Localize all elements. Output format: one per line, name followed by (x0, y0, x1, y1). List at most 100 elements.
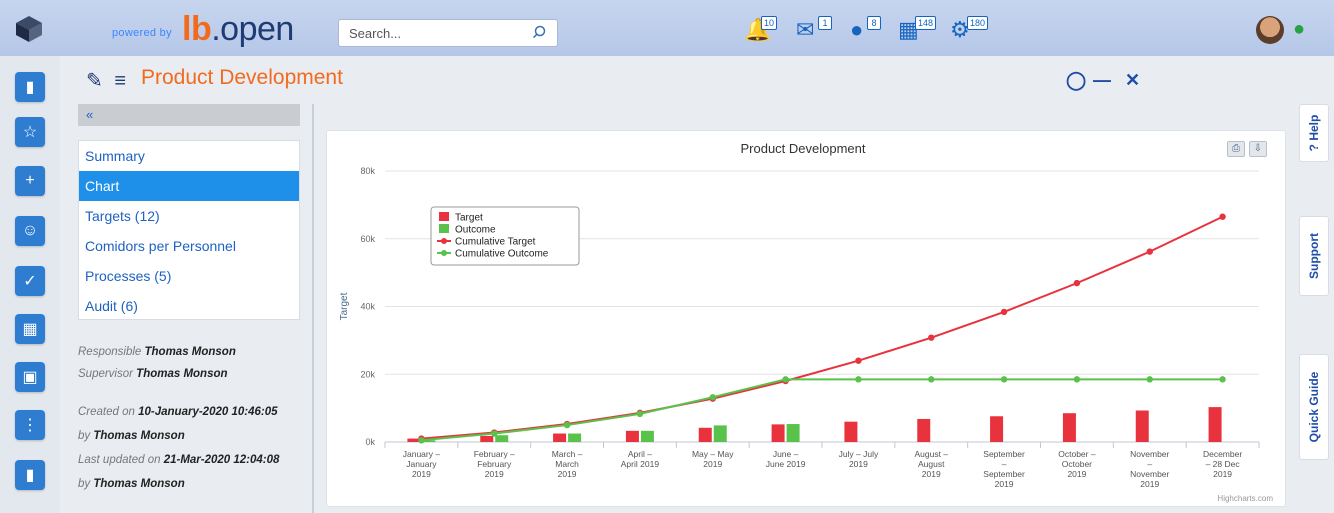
point-cumulative-target (1146, 248, 1153, 255)
y-tick-label: 0k (365, 437, 375, 447)
quick-guide-label: Quick Guide (1307, 371, 1321, 443)
powered-by-label: powered by (112, 27, 172, 39)
responsible-line: Responsible Thomas Monson (78, 346, 236, 358)
point-cumulative-outcome (563, 421, 571, 429)
supervisor-name: Thomas Monson (136, 368, 228, 380)
notification-calendar[interactable]: ▦ 148 (898, 16, 937, 44)
x-tick-label: 2019 (995, 479, 1014, 489)
point-cumulative-outcome (782, 376, 789, 383)
chart-title: Product Development (740, 141, 865, 156)
bar-target (1062, 413, 1076, 442)
notification-count: 8 (867, 16, 881, 30)
bar-target (771, 424, 785, 442)
close-icon[interactable]: ✕ (1125, 70, 1140, 91)
x-tick-label: – (1147, 459, 1152, 469)
x-tick-label: March (555, 459, 579, 469)
notification-count: 148 (915, 16, 937, 30)
x-tick-label: March – (552, 449, 583, 459)
menu-item-audit[interactable]: Audit (6) (79, 291, 299, 321)
x-tick-label: April – (628, 449, 652, 459)
x-tick-label: August (918, 459, 945, 469)
x-tick-label: 2019 (412, 469, 431, 479)
point-cumulative-outcome (709, 394, 716, 401)
point-cumulative-outcome (855, 376, 862, 383)
x-tick-label: July – July (839, 449, 879, 459)
bar-outcome (568, 433, 582, 442)
report-icon[interactable]: ▮ (15, 460, 45, 490)
notification-count: 180 (967, 16, 989, 30)
edit-icon[interactable]: ✎ (86, 70, 103, 92)
point-cumulative-target (928, 334, 935, 341)
folder-icon[interactable]: ▮ (15, 72, 45, 102)
download-icon[interactable]: ⇩ (1249, 141, 1267, 157)
check-icon[interactable]: ✓ (15, 266, 45, 296)
menu-item-targets[interactable]: Targets (12) (79, 201, 299, 231)
x-tick-label: October (1062, 459, 1092, 469)
x-tick-label: 2019 (1067, 469, 1086, 479)
menu-item-summary[interactable]: Summary (79, 141, 299, 171)
updated-line: Last updated on 21-Mar-2020 12:04:08 (78, 454, 279, 466)
legend-entry: Outcome (455, 225, 496, 236)
point-cumulative-target (1073, 279, 1081, 287)
panel-divider[interactable] (312, 104, 314, 513)
x-tick-label: – (1002, 459, 1007, 469)
x-tick-label: June 2019 (766, 459, 806, 469)
y-tick-label: 80k (360, 166, 375, 176)
grid-icon[interactable]: ▦ (15, 314, 45, 344)
x-tick-label: January (406, 459, 437, 469)
notification-mail[interactable]: ✉ 1 (796, 16, 832, 44)
bar-target (990, 416, 1004, 442)
bar-outcome (640, 430, 654, 442)
x-tick-label: February – (474, 449, 515, 459)
help-label: ? Help (1307, 114, 1321, 152)
help-tab[interactable]: ? Help (1299, 104, 1329, 162)
point-cumulative-target (1219, 213, 1226, 220)
plus-icon[interactable]: + (15, 166, 45, 196)
print-icon[interactable]: ⎙ (1227, 141, 1245, 157)
legend-entry: Cumulative Target (455, 237, 536, 248)
point-cumulative-outcome (636, 410, 644, 418)
notification-tasks[interactable]: ⚙ 180 (950, 16, 989, 44)
avatar[interactable] (1256, 16, 1284, 44)
menu-icon[interactable]: ≡ (114, 70, 126, 92)
minimize-icon[interactable]: — (1093, 70, 1111, 91)
x-tick-label: August – (914, 449, 948, 459)
chart-card: ⎙ ⇩ Product Development 0k 20k 40k 60k 80k Tar… (326, 130, 1286, 507)
apps-icon[interactable]: ▣ (15, 362, 45, 392)
menu-item-processes[interactable]: Processes (5) (79, 261, 299, 291)
point-cumulative-outcome (1219, 376, 1226, 383)
search-input[interactable]: Search... (338, 19, 558, 47)
by-label: by (78, 478, 91, 490)
unlock-icon[interactable]: ◯ (1066, 70, 1086, 91)
y-tick-label: 40k (360, 302, 375, 312)
bar-outcome (786, 424, 800, 442)
support-tab[interactable]: Support (1299, 216, 1329, 296)
chat-icon[interactable]: ● (1293, 18, 1305, 41)
quick-guide-tab[interactable]: Quick Guide (1299, 354, 1329, 460)
x-tick-label: 2019 (558, 469, 577, 479)
point-cumulative-outcome (491, 430, 498, 437)
notification-bell[interactable]: 🔔 10 (744, 16, 778, 44)
menu-item-chart[interactable]: Chart (79, 171, 299, 201)
group-icon[interactable]: ☺ (15, 216, 45, 246)
x-tick-label: May – May (692, 449, 734, 459)
notification-chat[interactable]: ● 8 (850, 16, 881, 44)
collapse-button[interactable]: « (78, 104, 300, 126)
chat-bubble-icon: ● (850, 17, 864, 42)
updated-label: Last updated on (78, 454, 161, 466)
star-icon[interactable]: ☆ (15, 117, 45, 147)
search-icon[interactable] (532, 25, 546, 39)
bar-target (917, 418, 931, 442)
app-logo-icon[interactable] (14, 14, 44, 44)
legend-swatch (439, 212, 449, 221)
x-tick-label: 2019 (849, 459, 868, 469)
supervisor-label: Supervisor (78, 368, 133, 380)
y-tick-label: 60k (360, 234, 375, 244)
dots-grid-icon[interactable]: ⋮ (15, 410, 45, 440)
menu-item-comidors[interactable]: Comidors per Personnel (79, 231, 299, 261)
created-by-name: Thomas Monson (93, 430, 185, 442)
legend-swatch (441, 250, 447, 256)
chart: Product Development 0k 20k 40k 60k 80k Target J… (339, 141, 1273, 503)
legend-entry: Target (455, 213, 483, 224)
x-tick-label: November (1130, 469, 1169, 479)
